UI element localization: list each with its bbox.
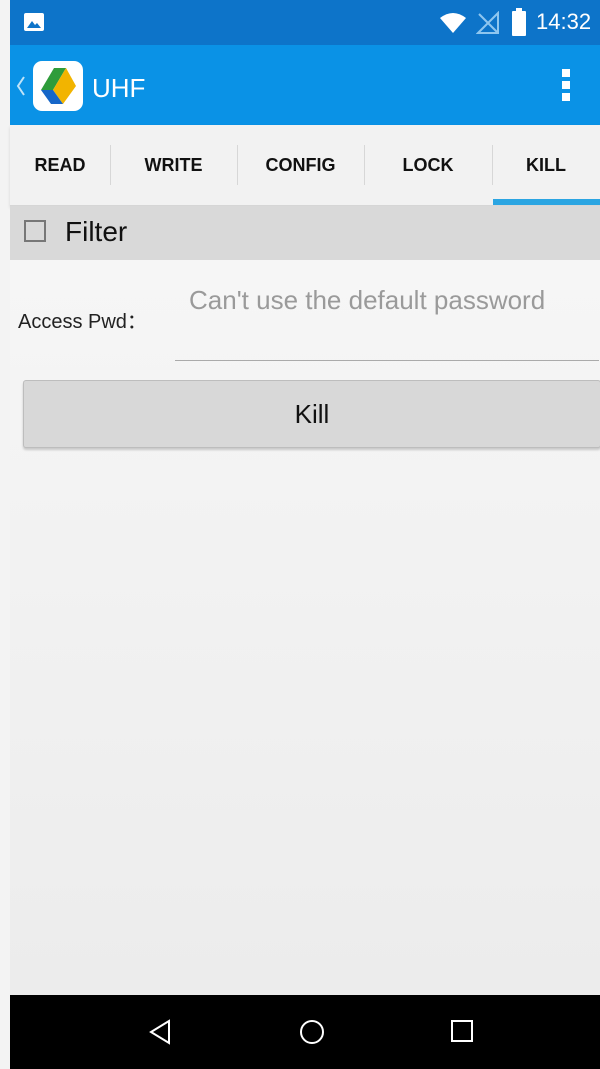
- home-circle-icon[interactable]: [299, 1019, 325, 1045]
- battery-icon: [512, 8, 526, 36]
- app-bar: UHF: [10, 45, 600, 125]
- tab-read[interactable]: READ: [10, 125, 110, 205]
- no-signal-icon: [476, 11, 499, 34]
- navigation-bar: [10, 995, 600, 1069]
- app-logo[interactable]: [32, 60, 84, 112]
- access-pwd-label: Access Pwd：: [18, 311, 147, 333]
- content-background: [10, 260, 600, 995]
- overflow-menu-icon[interactable]: [559, 67, 573, 103]
- wifi-icon: [440, 13, 466, 33]
- access-pwd-placeholder: Can't use the default password: [189, 285, 546, 315]
- image-notification-icon: [24, 13, 44, 31]
- back-chevron-icon[interactable]: [16, 75, 26, 97]
- status-time: 14:32: [536, 9, 592, 34]
- recents-square-icon[interactable]: [450, 1019, 474, 1043]
- kill-button[interactable]: Kill: [23, 380, 600, 448]
- tab-config[interactable]: CONFIG: [237, 125, 364, 205]
- status-bar: 14:32: [10, 0, 600, 45]
- filter-label: Filter: [65, 216, 128, 247]
- app-title: UHF: [92, 73, 146, 103]
- filter-checkbox[interactable]: [24, 220, 46, 242]
- tab-lock[interactable]: LOCK: [364, 125, 492, 205]
- filter-row[interactable]: Filter: [10, 206, 600, 260]
- tab-write[interactable]: WRITE: [110, 125, 237, 205]
- tab-bar: READ WRITE CONFIG LOCK KILL: [10, 125, 600, 206]
- back-triangle-icon[interactable]: [148, 1019, 172, 1045]
- tab-kill[interactable]: KILL: [492, 125, 600, 205]
- access-pwd-input[interactable]: Can't use the default password: [175, 280, 599, 361]
- selected-tab-indicator: [493, 199, 600, 205]
